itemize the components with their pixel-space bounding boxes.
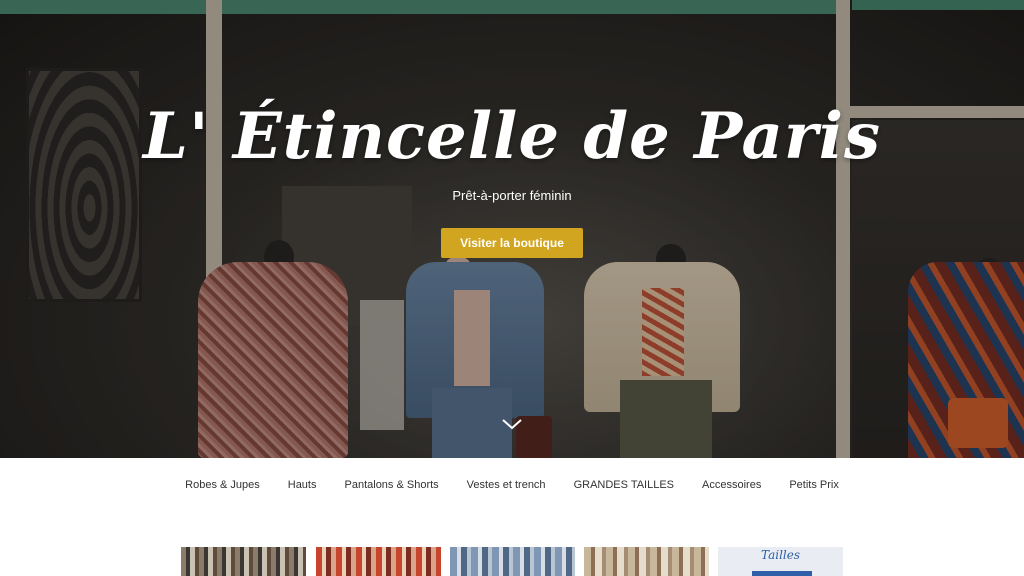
- visit-shop-button[interactable]: Visiter la boutique: [441, 228, 583, 258]
- category-thumbnail[interactable]: [181, 547, 306, 576]
- category-link-robes-jupes[interactable]: Robes & Jupes: [185, 478, 260, 493]
- category-thumbnail[interactable]: [316, 547, 441, 576]
- category-link-hauts[interactable]: Hauts: [288, 478, 317, 493]
- category-link-pantalons-shorts[interactable]: Pantalons & Shorts: [345, 478, 439, 493]
- hero-banner: L' Étincelle de Paris Prêt-à-porter fémi…: [0, 0, 1024, 458]
- chevron-down-icon[interactable]: [501, 416, 523, 432]
- category-link-vestes-trench[interactable]: Vestes et trench: [467, 478, 546, 493]
- category-thumbnail[interactable]: [584, 547, 709, 576]
- site-tagline: Prêt-à-porter féminin: [452, 188, 572, 203]
- category-thumbnail-grandes-tailles[interactable]: Tailles: [718, 547, 843, 576]
- category-link-accessoires[interactable]: Accessoires: [702, 478, 761, 493]
- site-title: L' Étincelle de Paris: [142, 99, 882, 174]
- category-link-grandes-tailles[interactable]: GRANDES TAILLES: [574, 478, 674, 493]
- category-thumbnail[interactable]: [450, 547, 575, 576]
- thumbnail-stripe: [752, 571, 812, 576]
- category-thumbnails: Tailles: [181, 547, 845, 576]
- category-link-petits-prix[interactable]: Petits Prix: [789, 478, 839, 493]
- thumbnail-label: Tailles: [761, 548, 800, 562]
- category-nav: Robes & Jupes Hauts Pantalons & Shorts V…: [180, 478, 844, 493]
